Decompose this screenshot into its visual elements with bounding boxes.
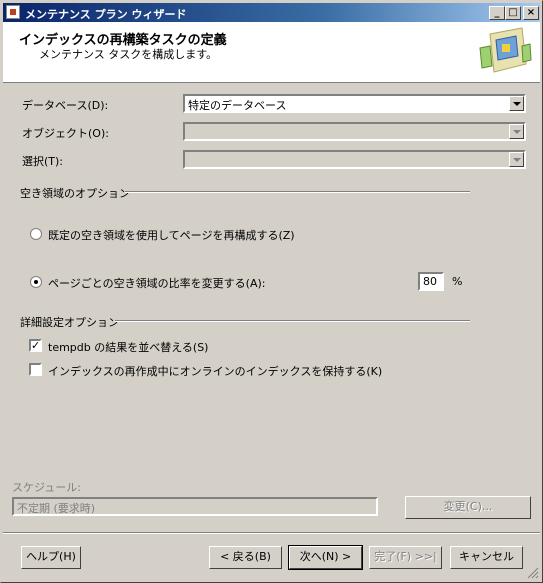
database-select[interactable]: 特定のデータベース	[183, 94, 526, 113]
maximize-button[interactable]: □	[505, 6, 521, 20]
percent-unit: %	[452, 275, 463, 288]
chevron-down-icon[interactable]	[509, 96, 524, 111]
resize-grip-icon[interactable]	[527, 567, 539, 579]
app-icon	[6, 5, 20, 19]
chevron-down-icon[interactable]	[509, 124, 524, 139]
keep-online-label[interactable]: インデックスの再作成中にオンラインのインデックスを保持する(K)	[48, 363, 382, 379]
schedule-label: スケジュール:	[12, 481, 81, 494]
window-title: メンテナンス プラン ウィザード	[25, 8, 187, 21]
cancel-button[interactable]: キャンセル	[450, 546, 523, 569]
database-select-value: 特定のデータベース	[188, 99, 287, 112]
chevron-down-icon[interactable]	[509, 152, 524, 167]
back-button[interactable]: < 戻る(B)	[209, 546, 282, 569]
free-space-percent-input[interactable]: 80	[418, 272, 444, 291]
object-select[interactable]	[183, 122, 526, 141]
next-button[interactable]: 次へ(N) >	[288, 545, 363, 570]
wizard-header: インデックスの再構築タスクの定義 メンテナンス タスクを構成します。	[3, 22, 540, 83]
wizard-window: メンテナンス プラン ウィザード _ □ × インデックスの再構築タスクの定義 …	[0, 0, 543, 583]
selection-select[interactable]	[183, 150, 526, 169]
database-label: データベース(D):	[22, 99, 109, 112]
sort-tempdb-label[interactable]: tempdb の結果を並べ替える(S)	[48, 339, 208, 355]
finish-button[interactable]: 完了(F) >>|	[369, 546, 442, 569]
default-free-space-label[interactable]: 既定の空き領域を使用してページを再構成する(Z)	[48, 227, 295, 243]
wizard-graphic-icon	[479, 27, 532, 73]
sort-tempdb-checkbox[interactable]: ✓	[29, 339, 42, 352]
change-free-space-label[interactable]: ページごとの空き領域の比率を変更する(A):	[48, 275, 265, 291]
selection-label: 選択(T):	[22, 155, 64, 168]
footer-separator	[3, 532, 540, 534]
help-button[interactable]: ヘルプ(H)	[21, 546, 81, 569]
close-button[interactable]: ×	[523, 6, 539, 20]
group-divider	[115, 320, 470, 322]
default-free-space-radio[interactable]	[30, 228, 42, 240]
group-divider	[125, 191, 470, 193]
change-schedule-button[interactable]: 変更(C)...	[405, 496, 531, 519]
minimize-button[interactable]: _	[489, 6, 505, 20]
object-label: オブジェクト(O):	[22, 127, 109, 140]
advanced-group-label: 詳細設定オプション	[20, 316, 119, 329]
free-space-group-label: 空き領域のオプション	[20, 187, 130, 200]
title-bar[interactable]: メンテナンス プラン ウィザード _ □ ×	[3, 3, 540, 22]
schedule-field: 不定期 (要求時)	[12, 497, 378, 516]
page-subtitle: メンテナンス タスクを構成します。	[39, 48, 218, 61]
change-free-space-radio[interactable]	[30, 276, 42, 288]
keep-online-checkbox[interactable]	[29, 363, 42, 376]
